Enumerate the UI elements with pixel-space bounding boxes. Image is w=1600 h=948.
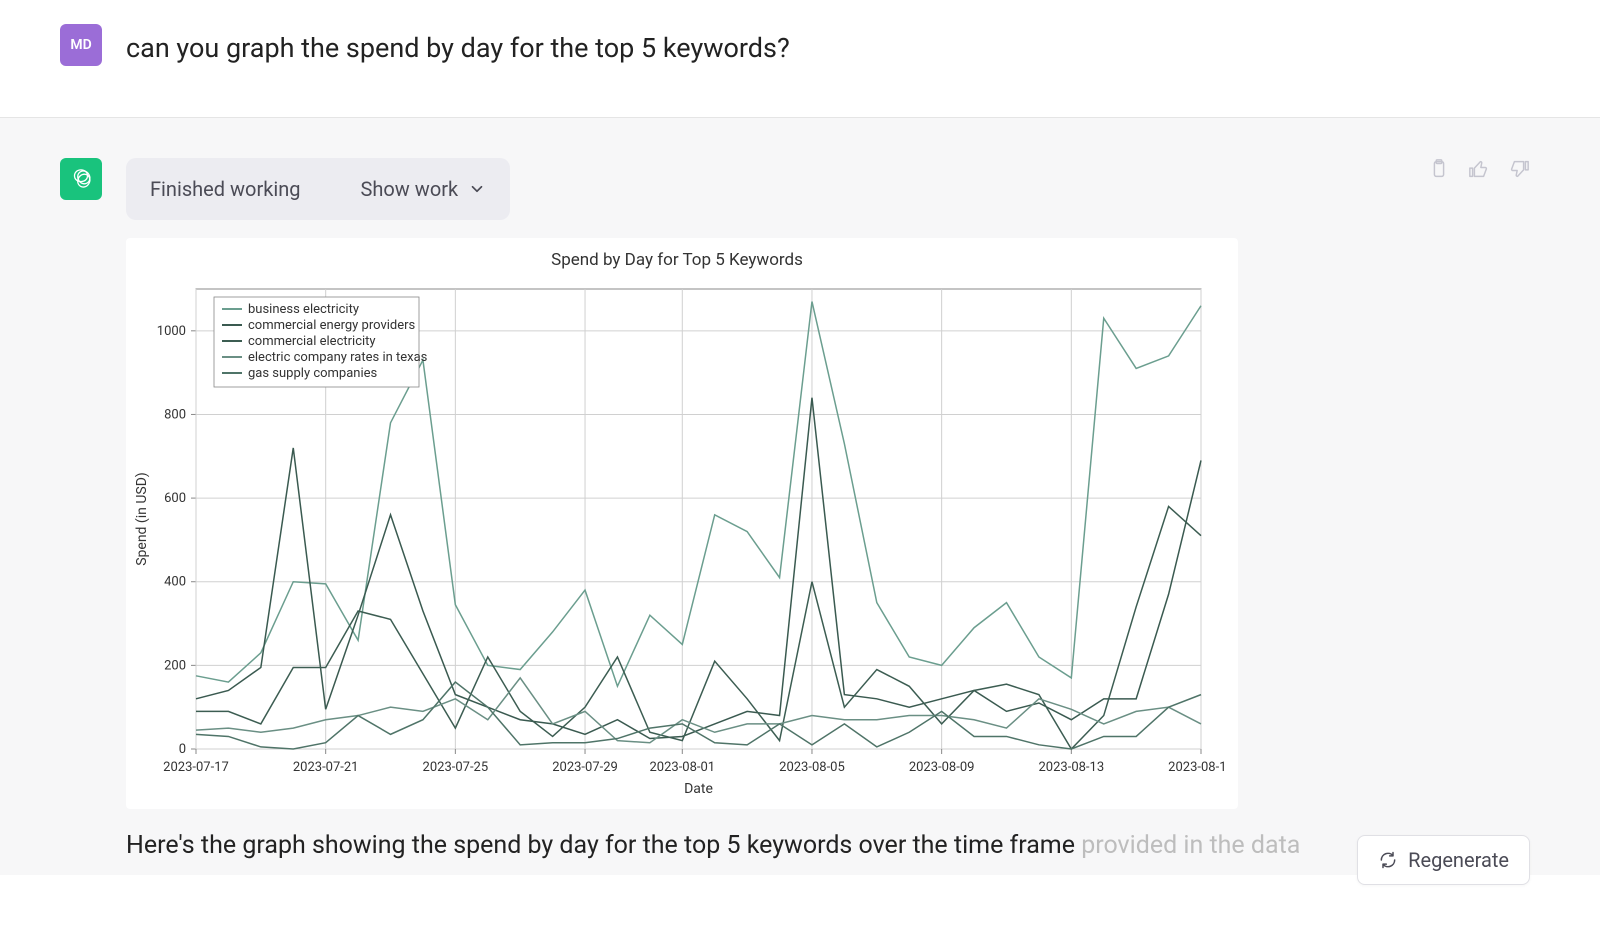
svg-text:2023-07-29: 2023-07-29 <box>552 760 618 775</box>
show-work-label: Show work <box>361 174 459 204</box>
assistant-response-text: Here's the graph showing the spend by da… <box>126 827 1540 865</box>
response-line-1: Here's the graph showing the spend by da… <box>126 831 1075 860</box>
regenerate-button[interactable]: Regenerate <box>1357 835 1530 885</box>
svg-text:2023-08-01: 2023-08-01 <box>649 760 715 775</box>
chart-title: Spend by Day for Top 5 Keywords <box>126 248 1228 274</box>
svg-text:commercial energy providers: commercial energy providers <box>248 318 416 333</box>
svg-text:800: 800 <box>164 407 186 422</box>
line-chart: 0 200 400 600 800 1000 2023-07-17 2023-07-21 202… <box>126 279 1226 799</box>
svg-text:electric company rates in texa: electric company rates in texas <box>248 350 428 365</box>
svg-text:gas supply companies: gas supply companies <box>248 366 378 381</box>
message-actions <box>1428 158 1530 180</box>
finished-label: Finished working <box>150 174 301 204</box>
svg-text:2023-07-25: 2023-07-25 <box>423 760 489 775</box>
chevron-down-icon <box>468 180 486 198</box>
thumbs-up-icon[interactable] <box>1468 158 1490 180</box>
assistant-avatar <box>60 158 102 200</box>
thumbs-down-icon[interactable] <box>1508 158 1530 180</box>
work-status-pill[interactable]: Finished working Show work <box>126 158 510 220</box>
svg-text:400: 400 <box>164 575 186 590</box>
svg-text:Date: Date <box>684 781 713 797</box>
svg-text:1000: 1000 <box>157 324 186 339</box>
svg-text:2023-08-05: 2023-08-05 <box>779 760 845 775</box>
svg-text:commercial electricity: commercial electricity <box>248 334 376 349</box>
svg-text:2023-07-17: 2023-07-17 <box>163 760 229 775</box>
svg-text:Spend (in USD): Spend (in USD) <box>134 472 150 566</box>
svg-text:600: 600 <box>164 491 186 506</box>
svg-text:business electricity: business electricity <box>248 302 359 317</box>
regenerate-icon <box>1378 850 1398 870</box>
user-message-row: MD can you graph the spend by day for th… <box>0 0 1600 118</box>
chart-container: Spend by Day for Top 5 Keywords 0 200 400 6… <box>126 238 1238 810</box>
regenerate-label: Regenerate <box>1408 848 1509 872</box>
svg-text:2023-08-13: 2023-08-13 <box>1039 760 1105 775</box>
user-message-text: can you graph the spend by day for the t… <box>126 24 1540 69</box>
svg-text:0: 0 <box>179 742 186 757</box>
svg-text:2023-08-09: 2023-08-09 <box>909 760 975 775</box>
openai-logo-icon <box>68 166 94 192</box>
svg-text:200: 200 <box>164 658 186 673</box>
response-line-2: provided in the data <box>1081 831 1300 860</box>
svg-text:2023-07-21: 2023-07-21 <box>293 760 359 775</box>
show-work-toggle[interactable]: Show work <box>361 174 487 204</box>
user-avatar: MD <box>60 24 102 66</box>
assistant-message-row: Finished working Show work Spend by Day … <box>0 118 1600 875</box>
clipboard-icon[interactable] <box>1428 158 1450 180</box>
svg-text:2023-08-17: 2023-08-17 <box>1168 760 1226 775</box>
